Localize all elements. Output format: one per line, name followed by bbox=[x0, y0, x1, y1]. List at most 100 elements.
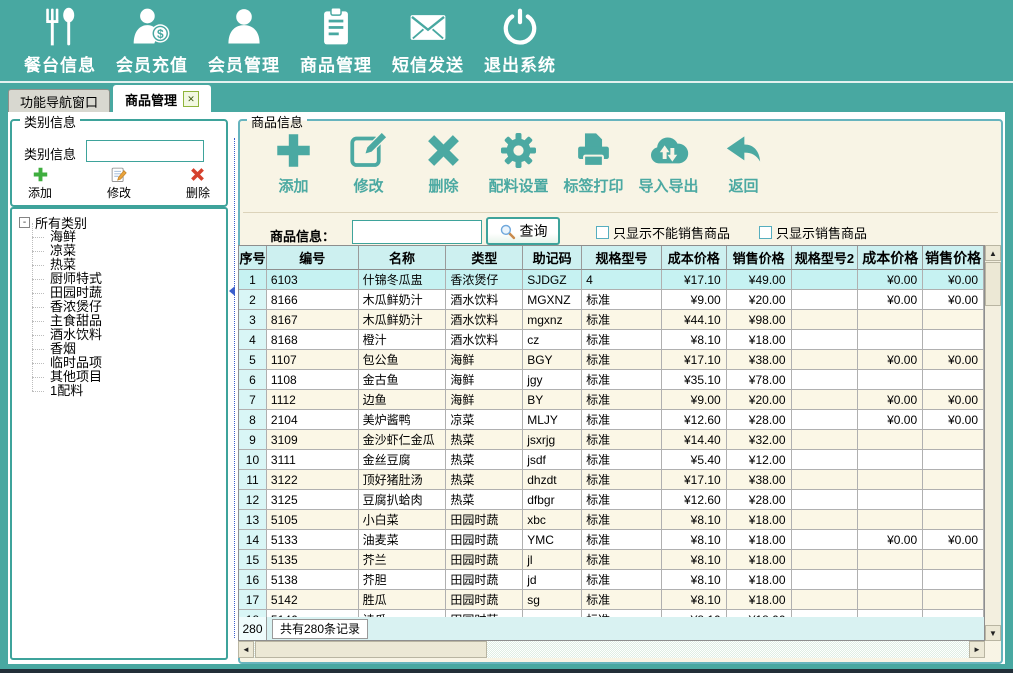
scroll-left-icon[interactable]: ◄ bbox=[238, 641, 254, 658]
table-cell bbox=[792, 570, 859, 590]
vertical-scroll-thumb[interactable] bbox=[985, 262, 1001, 306]
tree-item[interactable]: 临时品项 bbox=[19, 356, 226, 370]
tree-item[interactable]: 厨师特式 bbox=[19, 272, 226, 286]
category-notepad-button[interactable]: 修改 bbox=[107, 166, 131, 201]
checkbox-label: 只显示不能销售商品 bbox=[613, 223, 730, 242]
category-input[interactable] bbox=[86, 140, 204, 162]
toolbar-add-button[interactable]: 添加 bbox=[256, 130, 331, 196]
toolbar-printer-button[interactable]: 标签打印 bbox=[556, 130, 631, 196]
table-cell: SJDGZ bbox=[523, 270, 582, 290]
toolbar-delete-button[interactable]: 删除 bbox=[406, 130, 481, 196]
tree-root[interactable]: - 所有类别 bbox=[19, 215, 226, 230]
table-cell: 1108 bbox=[267, 370, 359, 390]
table-row[interactable]: 71112边鱼海鲜BY标准¥9.00¥20.00¥0.00¥0.00 bbox=[239, 390, 984, 410]
goods-search-input[interactable] bbox=[352, 220, 482, 244]
table-row[interactable]: 82104美炉酱鸭凉菜MLJY标准¥12.60¥28.00¥0.00¥0.00 bbox=[239, 410, 984, 430]
table-row[interactable]: 48168橙汁酒水饮料cz标准¥8.10¥18.00 bbox=[239, 330, 984, 350]
table-row[interactable]: 123125豆腐扒蛤肉热菜dfbgr标准¥12.60¥28.00 bbox=[239, 490, 984, 510]
vertical-scrollbar[interactable]: ▲ ▼ bbox=[985, 245, 1001, 641]
tree-item[interactable]: 主食甜品 bbox=[19, 314, 226, 328]
table-row[interactable]: 165138芥胆田园时蔬jd标准¥8.10¥18.00 bbox=[239, 570, 984, 590]
tab-nav-window[interactable]: 功能导航窗口 bbox=[8, 89, 110, 112]
column-header[interactable]: 销售价格 bbox=[727, 246, 792, 270]
category-plus-button[interactable]: 添加 bbox=[28, 166, 52, 201]
tree-item[interactable]: 凉菜 bbox=[19, 244, 226, 258]
toolbar-gear-button[interactable]: 配料设置 bbox=[481, 130, 556, 196]
query-button[interactable]: 查询 bbox=[486, 217, 560, 245]
tree-collapse-icon[interactable]: - bbox=[19, 217, 30, 228]
toolbar-import-export-button[interactable]: 导入导出 bbox=[631, 130, 706, 196]
tree-item[interactable]: 海鲜 bbox=[19, 230, 226, 244]
column-header[interactable]: 助记码 bbox=[523, 246, 582, 270]
scroll-right-icon[interactable]: ► bbox=[969, 641, 985, 658]
menu-item-member-manage[interactable]: 会员管理 bbox=[198, 5, 290, 76]
table-cell: 10 bbox=[239, 450, 267, 470]
back-icon bbox=[723, 130, 764, 171]
table-row[interactable]: 145133油麦菜田园时蔬YMC标准¥8.10¥18.00¥0.00¥0.00 bbox=[239, 530, 984, 550]
table-row[interactable]: 103111金丝豆腐热菜jsdf标准¥5.40¥12.00 bbox=[239, 450, 984, 470]
column-header[interactable]: 销售价格 bbox=[923, 246, 984, 270]
window-bottom-edge bbox=[0, 669, 1013, 673]
tree-item[interactable]: 香浓煲仔 bbox=[19, 300, 226, 314]
category-cross-button[interactable]: 删除 bbox=[186, 166, 210, 201]
table-row[interactable]: 175142胜瓜田园时蔬sg标准¥8.10¥18.00 bbox=[239, 590, 984, 610]
tab-strip: 功能导航窗口 商品管理 ✕ bbox=[8, 85, 211, 112]
tree-item[interactable]: 其他项目 bbox=[19, 370, 226, 384]
table-cell: 标准 bbox=[582, 370, 662, 390]
table-cell: ¥0.00 bbox=[858, 290, 923, 310]
menu-item-sms-send[interactable]: 短信发送 bbox=[382, 5, 474, 76]
checkbox-show-sellable[interactable]: 只显示销售商品 bbox=[759, 223, 867, 242]
table-row[interactable]: 28166木瓜鲜奶汁酒水饮料MGXNZ标准¥9.00¥20.00¥0.00¥0.… bbox=[239, 290, 984, 310]
checkbox-icon[interactable] bbox=[759, 226, 772, 239]
horizontal-scrollbar[interactable]: ◄ ► bbox=[238, 641, 985, 658]
tree-item[interactable]: 热菜 bbox=[19, 258, 226, 272]
table-row[interactable]: 51107包公鱼海鲜BGY标准¥17.10¥38.00¥0.00¥0.00 bbox=[239, 350, 984, 370]
table-cell: 标准 bbox=[582, 390, 662, 410]
column-header[interactable]: 类型 bbox=[446, 246, 523, 270]
button-label: 配料设置 bbox=[488, 175, 548, 196]
table-row[interactable]: 135105小白菜田园时蔬xbc标准¥8.10¥18.00 bbox=[239, 510, 984, 530]
column-header[interactable]: 序号 bbox=[239, 246, 267, 270]
table-row[interactable]: 155135芥兰田园时蔬jl标准¥8.10¥18.00 bbox=[239, 550, 984, 570]
table-cell: 标准 bbox=[582, 490, 662, 510]
table-row[interactable]: 16103什锦冬瓜盅香浓煲仔SJDGZ4¥17.10¥49.00¥0.00¥0.… bbox=[239, 270, 984, 290]
tab-close-icon[interactable]: ✕ bbox=[183, 91, 199, 107]
splitter-collapse-icon[interactable] bbox=[229, 286, 235, 296]
column-header[interactable]: 编号 bbox=[267, 246, 359, 270]
category-groupbox: 类别信息 类别信息 添加修改删除 bbox=[10, 119, 228, 207]
checkbox-hide-unsellable[interactable]: 只显示不能销售商品 bbox=[596, 223, 730, 242]
checkbox-icon[interactable] bbox=[596, 226, 609, 239]
table-row[interactable]: 113122顶好猪肚汤热菜dhzdt标准¥17.10¥38.00 bbox=[239, 470, 984, 490]
table-cell bbox=[923, 490, 984, 510]
column-header[interactable]: 名称 bbox=[359, 246, 447, 270]
column-header[interactable]: 成本价格 bbox=[858, 246, 923, 270]
scroll-up-icon[interactable]: ▲ bbox=[985, 245, 1001, 261]
column-header[interactable]: 规格型号 bbox=[582, 246, 662, 270]
table-cell: 5142 bbox=[267, 590, 359, 610]
column-header[interactable]: 成本价格 bbox=[662, 246, 727, 270]
menu-item-member-recharge[interactable]: 会员充值 bbox=[106, 5, 198, 76]
table-cell: 11 bbox=[239, 470, 267, 490]
table-cell: ¥44.10 bbox=[662, 310, 727, 330]
tree-item[interactable]: 酒水饮料 bbox=[19, 328, 226, 342]
tree-item[interactable]: 1配料 bbox=[19, 384, 226, 398]
panel-splitter[interactable] bbox=[234, 138, 235, 638]
column-header[interactable]: 规格型号2 bbox=[792, 246, 859, 270]
horizontal-scroll-thumb[interactable] bbox=[255, 641, 487, 658]
scroll-down-icon[interactable]: ▼ bbox=[985, 625, 1001, 641]
menu-item-goods-manage[interactable]: 商品管理 bbox=[290, 5, 382, 76]
member-manage-icon bbox=[222, 5, 266, 49]
checkbox-label: 只显示销售商品 bbox=[776, 223, 867, 242]
table-cell: dfbgr bbox=[523, 490, 582, 510]
menu-item-table-info[interactable]: 餐台信息 bbox=[14, 5, 106, 76]
table-row[interactable]: 93109金沙虾仁金瓜热菜jsxrjg标准¥14.40¥32.00 bbox=[239, 430, 984, 450]
toolbar-edit-button[interactable]: 修改 bbox=[331, 130, 406, 196]
tab-goods-manage[interactable]: 商品管理 ✕ bbox=[113, 85, 211, 112]
table-cell: 金沙虾仁金瓜 bbox=[359, 430, 447, 450]
menu-item-exit-system[interactable]: 退出系统 bbox=[474, 5, 566, 76]
tree-item[interactable]: 香烟 bbox=[19, 342, 226, 356]
tree-item[interactable]: 田园时蔬 bbox=[19, 286, 226, 300]
toolbar-back-button[interactable]: 返回 bbox=[706, 130, 781, 196]
table-row[interactable]: 61108金古鱼海鲜jgy标准¥35.10¥78.00 bbox=[239, 370, 984, 390]
table-row[interactable]: 38167木瓜鲜奶汁酒水饮料mgxnz标准¥44.10¥98.00 bbox=[239, 310, 984, 330]
